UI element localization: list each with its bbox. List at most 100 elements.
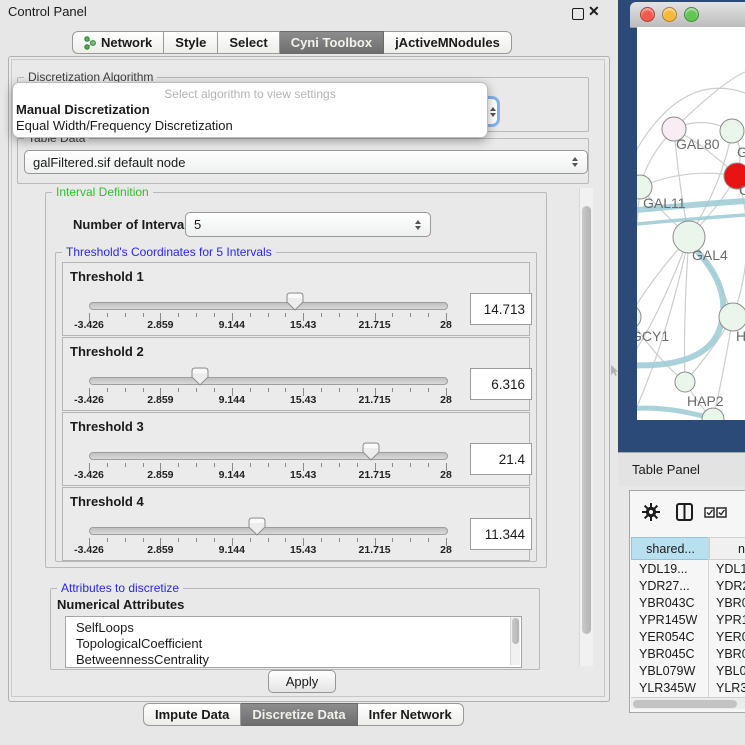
float-panel-icon[interactable] [572, 8, 584, 20]
tick-mark [428, 463, 429, 467]
threshold-value-field[interactable]: 11.344 [470, 518, 532, 550]
slider-thumb[interactable] [362, 442, 380, 466]
column-split-icon[interactable] [676, 503, 693, 521]
network-window-titlebar[interactable] [630, 2, 745, 28]
tab-infer-network[interactable]: Infer Network [358, 703, 464, 726]
settings-scrollbar-thumb[interactable] [582, 206, 591, 634]
close-panel-icon[interactable]: ✕ [588, 3, 600, 20]
tick-mark [107, 538, 108, 542]
tick-mark [428, 538, 429, 542]
attributes-scrollbar[interactable] [510, 617, 520, 665]
tick-mark [250, 463, 251, 467]
attributes-scrollbar-thumb[interactable] [512, 618, 519, 644]
gear-icon[interactable] [642, 503, 660, 521]
tab-select[interactable]: Select [218, 31, 279, 54]
slider-track[interactable] [89, 527, 448, 535]
table-row[interactable]: YER054CYER0 [631, 628, 745, 645]
cell-shared-name[interactable]: YBR045C [631, 647, 710, 661]
tick-mark [357, 313, 358, 317]
minimize-window-icon[interactable] [662, 7, 677, 22]
cell-shared-name[interactable]: YDR27... [631, 579, 710, 593]
slider-track[interactable] [89, 377, 448, 385]
tab-jactivemnodules[interactable]: jActiveMNodules [384, 31, 512, 54]
table-row[interactable]: YDR27...YDR2 [631, 577, 745, 594]
cell-name[interactable]: YER0 [710, 630, 745, 644]
table-data-combobox[interactable]: galFiltered.sif default node [24, 150, 588, 174]
tick-mark [357, 538, 358, 542]
table-row[interactable]: YDL19...YDL1 [631, 560, 745, 577]
option-manual-discretization[interactable]: Manual Discretization [16, 102, 150, 117]
cell-shared-name[interactable]: YPR145W [631, 613, 710, 627]
slider-thumb[interactable] [248, 517, 266, 541]
threshold-value-field[interactable]: 14.713 [470, 293, 532, 325]
table-row[interactable]: YPR145WYPR1 [631, 611, 745, 628]
close-window-icon[interactable] [640, 7, 655, 22]
table-row[interactable]: YBR045CYBR0 [631, 645, 745, 662]
cell-shared-name[interactable]: YLR345W [631, 681, 710, 695]
cell-name[interactable]: YDR2 [710, 579, 745, 593]
number-of-intervals-combobox[interactable]: 5 [185, 212, 431, 237]
attribute-item[interactable]: TopologicalCoefficient [66, 636, 521, 652]
threshold-value-field[interactable]: 6.316 [470, 368, 532, 400]
slider-thumb[interactable] [191, 367, 209, 391]
tick-label: 21.715 [359, 319, 391, 331]
cell-name[interactable]: YBR0 [710, 596, 745, 610]
tab-style[interactable]: Style [164, 31, 218, 54]
tick-mark [214, 313, 215, 317]
table-hscrollbar-thumb[interactable] [633, 700, 737, 708]
table-row[interactable]: YLR345WYLR3 [631, 679, 745, 696]
cell-shared-name[interactable]: YBR043C [631, 596, 710, 610]
tab-impute-data[interactable]: Impute Data [143, 703, 241, 726]
table-data-value: galFiltered.sif default node [33, 155, 185, 170]
cell-shared-name[interactable]: YDL19... [631, 562, 710, 576]
column-header-name[interactable]: n [709, 537, 745, 560]
tab-discretize-data[interactable]: Discretize Data [241, 703, 357, 726]
slider-thumb[interactable] [286, 292, 304, 316]
tick-label: 2.859 [147, 469, 173, 481]
tick-label: 9.144 [219, 544, 245, 556]
cell-name[interactable]: YBL0 [710, 664, 745, 678]
tick-label: 28 [440, 319, 452, 331]
cell-name[interactable]: YBR0 [710, 647, 745, 661]
tick-label: 2.859 [147, 394, 173, 406]
tick-mark [321, 538, 322, 542]
slider-track[interactable] [89, 302, 448, 310]
checkbox-icon[interactable] [704, 507, 715, 518]
cell-shared-name[interactable]: YBL079W [631, 664, 710, 678]
svg-text:G: G [737, 144, 745, 160]
table-panel-title: Table Panel [632, 462, 700, 477]
table-horizontal-scrollbar[interactable] [631, 697, 745, 709]
numerical-attributes-list[interactable]: SelfLoopsTopologicalCoefficientBetweenne… [65, 616, 522, 668]
tab-cyni-toolbox[interactable]: Cyni Toolbox [280, 31, 384, 54]
table-panel-titlebar: Table Panel [618, 452, 745, 486]
tick-mark [214, 538, 215, 542]
tick-mark [410, 538, 411, 542]
cell-name[interactable]: YPR1 [710, 613, 745, 627]
table-row[interactable]: YBL079WYBL0 [631, 662, 745, 679]
tab-label: Infer Network [369, 707, 452, 722]
tick-label: 21.715 [359, 469, 391, 481]
network-canvas[interactable]: GAL80GCGAL11GAL4GCY1HHAP2 [637, 27, 745, 420]
slider-track[interactable] [89, 452, 448, 460]
attribute-item[interactable]: SelfLoops [66, 617, 521, 636]
cell-shared-name[interactable]: YER054C [631, 630, 710, 644]
tick-mark [143, 463, 144, 467]
tick-mark [214, 463, 215, 467]
combo-stepper-icon [489, 107, 497, 117]
apply-button[interactable]: Apply [268, 670, 336, 693]
checkbox-icon[interactable] [716, 507, 727, 518]
threshold-value-field[interactable]: 21.4 [470, 443, 532, 475]
tick-mark [285, 388, 286, 392]
tick-mark [250, 388, 251, 392]
settings-scrollbar[interactable] [579, 188, 593, 666]
combo-stepper-icon [571, 157, 579, 167]
cell-name[interactable]: YDL1 [710, 562, 745, 576]
column-header-shared[interactable]: shared... [631, 537, 710, 560]
zoom-window-icon[interactable] [684, 7, 699, 22]
tab-network[interactable]: Network [72, 31, 164, 54]
cell-name[interactable]: YLR3 [710, 681, 745, 695]
option-equal-width-frequency[interactable]: Equal Width/Frequency Discretization [16, 118, 233, 133]
attribute-item[interactable]: BetweennessCentrality [66, 652, 521, 668]
tick-mark [339, 313, 340, 317]
table-row[interactable]: YBR043CYBR0 [631, 594, 745, 611]
